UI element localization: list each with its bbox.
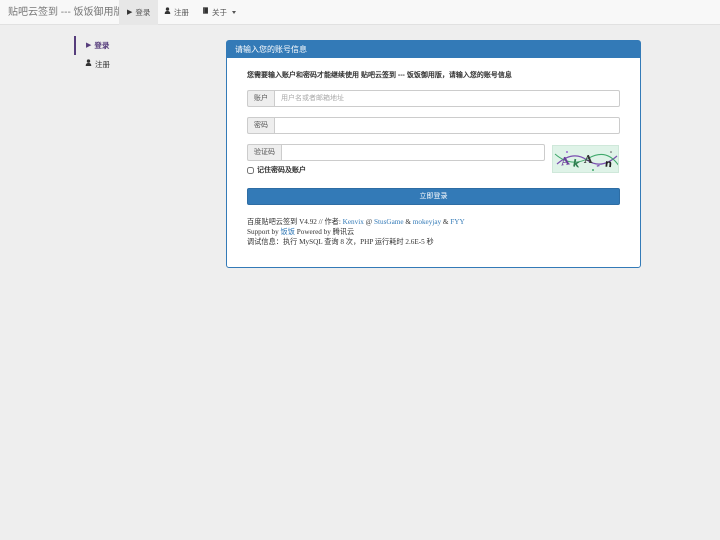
svg-text:A: A [583, 153, 593, 166]
nav-item-register-label: 注册 [174, 8, 189, 17]
footer-version-text: 百度贴吧云签到 V4.92 // 作者: [247, 218, 343, 226]
password-label: 密码 [247, 117, 274, 134]
footer-amp-text: & [403, 218, 413, 226]
footer-line-support: Support by 饭饭 Powered by 腾讯云 [247, 227, 465, 237]
account-input[interactable] [274, 90, 620, 107]
author-link-stusgame[interactable]: StusGame [374, 218, 404, 226]
nav-item-register[interactable]: 注册 [156, 0, 197, 25]
remember-label: 记住密码及账户 [257, 167, 306, 174]
captcha-input[interactable] [281, 144, 545, 161]
captcha-label: 验证码 [247, 144, 281, 161]
navbar-brand[interactable]: 贴吧云签到 --- 饭饭御用版 [8, 0, 124, 25]
footer-at-text: @ [363, 218, 375, 226]
nav-item-about-label: 关于 [212, 8, 227, 17]
captcha-image[interactable]: A k A - n [552, 145, 619, 173]
intro-text: 您需要输入账户和密码才能继续使用 贴吧云签到 --- 饭饭御用版，请输入您的账号… [247, 72, 512, 79]
remember-checkbox[interactable] [247, 166, 254, 174]
author-link-fyy[interactable]: FYY [450, 218, 464, 226]
account-group: 账户 [247, 90, 620, 107]
footer-info: 百度贴吧云签到 V4.92 // 作者: Kenvix @ StusGame &… [247, 217, 465, 247]
sidebar-item-label: 登录 [94, 41, 110, 50]
footer-line-debug: 调试信息：执行 MySQL 查询 8 次，PHP 运行耗时 2.6E-5 秒 [247, 238, 434, 246]
sidebar-item-register[interactable]: 注册 [74, 55, 194, 74]
sidebar-item-login[interactable]: ▶ 登录 [74, 36, 194, 55]
play-icon: ▶ [127, 9, 133, 16]
login-panel: 请输入您的账号信息 您需要输入账户和密码才能继续使用 贴吧云签到 --- 饭饭御… [226, 40, 641, 268]
svg-text:n: n [604, 159, 612, 171]
nav-item-about[interactable]: 关于 [194, 0, 244, 25]
sidebar-item-label: 注册 [95, 60, 110, 69]
support-link[interactable]: 饭饭 [281, 228, 295, 236]
play-icon: ▶ [86, 42, 92, 49]
user-icon [85, 55, 92, 74]
footer-powered-text: Powered by 腾讯云 [294, 228, 355, 236]
captcha-group: 验证码 [247, 144, 545, 161]
footer-support-text: Support by [247, 228, 281, 236]
nav-item-login[interactable]: ▶ 登录 [119, 0, 159, 25]
password-group: 密码 [247, 117, 620, 134]
footer-amp-text: & [441, 218, 451, 226]
book-icon [202, 0, 209, 25]
password-input[interactable] [274, 117, 620, 134]
remember-checkbox-row[interactable]: 记住密码及账户 [247, 165, 306, 175]
nav-item-login-label: 登录 [135, 8, 151, 17]
footer-line-version: 百度贴吧云签到 V4.92 // 作者: Kenvix @ StusGame &… [247, 217, 465, 227]
user-icon [164, 0, 171, 25]
chevron-down-icon [232, 11, 236, 14]
panel-title: 请输入您的账号信息 [227, 41, 640, 58]
login-button[interactable]: 立即登录 [247, 188, 620, 205]
top-navbar: 贴吧云签到 --- 饭饭御用版 ▶ 登录 注册 关于 [0, 0, 720, 25]
account-label: 账户 [247, 90, 274, 107]
sidebar-nav: ▶ 登录 注册 [74, 36, 194, 74]
author-link-kenvix[interactable]: Kenvix [343, 218, 364, 226]
author-link-mokeyjay[interactable]: mokeyjay [413, 218, 441, 226]
